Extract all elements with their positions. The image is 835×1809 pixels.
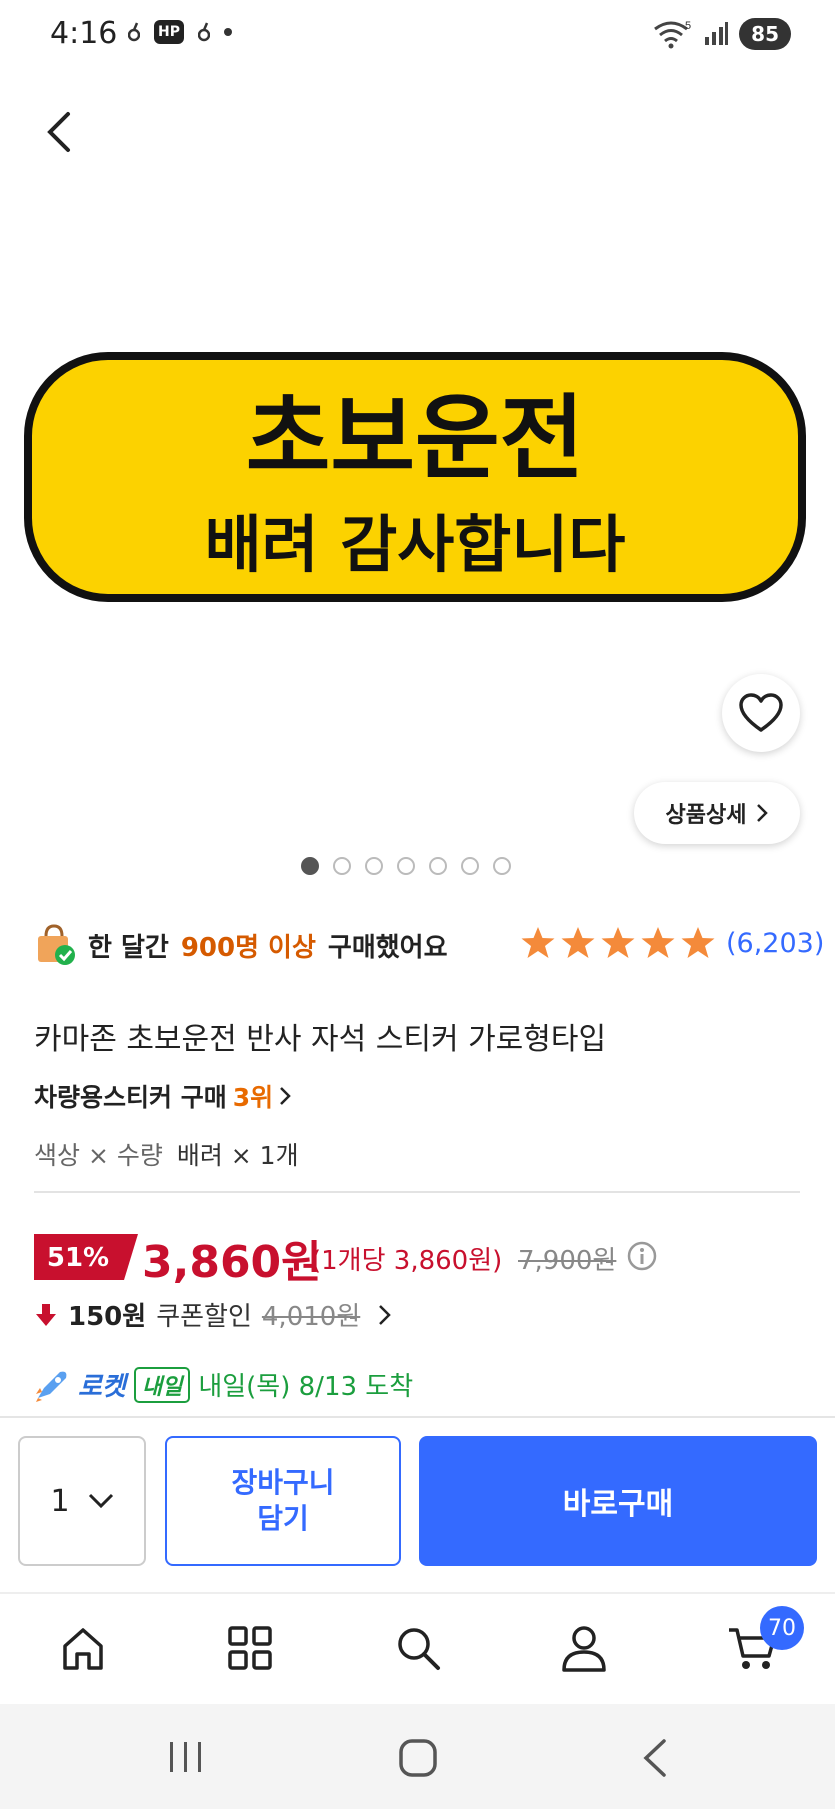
tomorrow-badge: 내일 [133, 1366, 191, 1403]
rank-value: 3위 [232, 1083, 274, 1112]
chevron-right-icon [757, 804, 769, 822]
star-icon [521, 927, 555, 958]
rocket-label: 로켓 [78, 1372, 126, 1402]
coupon-amount: 150원 [68, 1302, 147, 1332]
star-icon [561, 927, 595, 958]
pager-dot[interactable] [397, 857, 415, 875]
status-time: 4:16 [50, 16, 118, 51]
pager-dot[interactable] [365, 857, 383, 875]
battery-indicator: 85 [739, 18, 791, 50]
quantity-select[interactable]: 1 [18, 1436, 146, 1566]
product-image[interactable]: 초보운전 배려 감사합니다 [24, 352, 806, 602]
delivery-info: 로켓 내일 내일(목) 8/13 도착 [34, 1366, 413, 1403]
svg-text:5: 5 [685, 20, 691, 32]
original-price: 7,900원 [518, 1246, 617, 1276]
add-to-cart-button[interactable]: 장바구니 담기 [165, 1436, 401, 1566]
arrival-date: 내일(목) 8/13 도착 [198, 1372, 414, 1402]
product-detail-label: 상품상세 [665, 803, 747, 828]
nav-categories[interactable] [218, 1616, 282, 1680]
category-rank[interactable]: 차량용스티커 구매 3위 [34, 1078, 291, 1114]
coupon-label: 쿠폰할인 [156, 1302, 252, 1332]
purchase-count: 900명 이상 [180, 932, 316, 963]
product-detail-button[interactable]: 상품상세 [634, 782, 800, 844]
star-icon [681, 927, 715, 958]
nav-home[interactable] [51, 1616, 115, 1680]
account-icon [562, 1626, 606, 1672]
status-bar: 4:16 HP 5 85 [0, 0, 835, 70]
selected-option[interactable]: 색상 × 수량 배려 × 1개 [34, 1136, 299, 1172]
nav-search[interactable] [386, 1616, 450, 1680]
signal-icon [705, 22, 729, 45]
pager-dot[interactable] [301, 857, 319, 875]
system-navigation-bar [0, 1704, 835, 1809]
wifi-icon: 5 [654, 20, 691, 49]
notification-icon [128, 22, 140, 42]
system-back-button[interactable] [640, 1738, 668, 1782]
notification-icon [197, 22, 210, 42]
buy-now-button[interactable]: 바로구매 [419, 1436, 817, 1566]
purchase-suffix: 구매했어요 [327, 932, 448, 963]
divider [34, 1191, 800, 1193]
add-to-cart-label-line1: 장바구니 [231, 1465, 335, 1499]
arrow-down-icon [36, 1303, 56, 1326]
rocket-icon [36, 1371, 67, 1402]
more-notifications-dot [223, 28, 232, 36]
recent-apps-icon [170, 1742, 201, 1772]
rating[interactable]: (6,203) [520, 926, 824, 960]
star-icon [641, 927, 675, 958]
purchase-prefix: 한 달간 [88, 932, 169, 963]
option-value: 배려 × 1개 [176, 1141, 299, 1170]
cart-count-badge: 70 [760, 1606, 804, 1650]
pager-dot[interactable] [333, 857, 351, 875]
option-label: 색상 × 수량 [34, 1141, 163, 1170]
chevron-left-icon [47, 112, 70, 152]
home-icon [63, 1628, 103, 1670]
home-square-icon [399, 1739, 437, 1777]
info-icon [627, 1241, 657, 1271]
quantity-value: 1 [50, 1483, 70, 1519]
product-title: 카마존 초보운전 반사 자석 스티커 가로형타입 [34, 1022, 607, 1057]
unit-price: (1개당 3,860원) [311, 1246, 503, 1276]
system-icons: 5 85 [653, 18, 791, 50]
purchase-stats: 한 달간 900명 이상 구매했어요 [34, 924, 448, 966]
chevron-right-icon [379, 1304, 392, 1325]
sticker-line1: 초보운전 [246, 385, 585, 492]
back-button[interactable] [40, 108, 80, 156]
coupon-discount[interactable]: 150원 쿠폰할인 4,010원 [34, 1296, 392, 1333]
sticker-line2: 배려 감사합니다 [205, 508, 626, 581]
notification-icons: HP [128, 20, 232, 44]
nav-account[interactable] [552, 1616, 616, 1680]
search-icon [398, 1628, 440, 1670]
heart-icon [739, 693, 783, 732]
pre-coupon-price: 4,010원 [261, 1302, 361, 1332]
price-info-button[interactable] [626, 1240, 658, 1272]
buy-now-label: 바로구매 [562, 1487, 674, 1522]
pager-dot[interactable] [493, 857, 511, 875]
chevron-right-icon [280, 1087, 291, 1105]
sale-price: 3,860원 [142, 1237, 322, 1288]
star-icon [601, 927, 635, 958]
discount-badge: 51% [34, 1234, 138, 1280]
discount-rate: 51% [47, 1243, 109, 1273]
pager-dot[interactable] [429, 857, 447, 875]
add-to-cart-label-line2: 담기 [257, 1502, 309, 1535]
review-count[interactable]: (6,203) [726, 928, 824, 959]
hp-app-icon: HP [154, 20, 184, 44]
recent-apps-button[interactable] [166, 1740, 206, 1778]
home-system-button[interactable] [398, 1738, 438, 1782]
pager-dot[interactable] [461, 857, 479, 875]
rank-text: 차량용스티커 구매 [34, 1083, 227, 1112]
image-pager[interactable] [301, 857, 511, 875]
shopping-bag-icon [38, 924, 75, 965]
back-arrow-icon [643, 1739, 666, 1777]
wishlist-button[interactable] [722, 674, 800, 752]
categories-icon [228, 1626, 272, 1670]
chevron-down-icon [88, 1493, 113, 1509]
